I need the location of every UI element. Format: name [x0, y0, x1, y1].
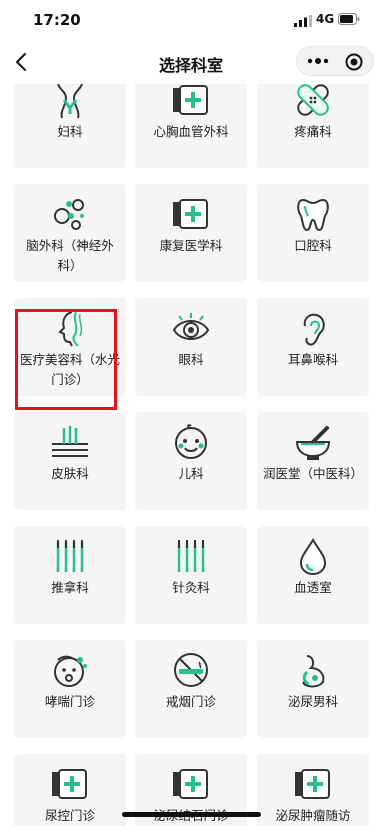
- urology-icon: [302, 655, 325, 688]
- female-body-icon: [57, 84, 83, 119]
- department-card[interactable]: 眼科: [135, 298, 247, 396]
- mortar-pestle-icon: [295, 426, 331, 460]
- home-indicator: [122, 812, 261, 817]
- department-label: 康复医学科: [159, 238, 223, 253]
- department-card[interactable]: 戒烟门诊: [135, 640, 247, 738]
- tooth-icon: [297, 198, 329, 232]
- network-label: 4G: [316, 12, 335, 26]
- department-card[interactable]: 妇科: [14, 84, 126, 168]
- department-card[interactable]: 脑外科（神经外科）: [14, 184, 126, 282]
- bandage-icon: [297, 84, 329, 116]
- department-card[interactable]: 推拿科: [14, 526, 126, 624]
- department-card[interactable]: 泌尿男科: [257, 640, 369, 738]
- department-card[interactable]: 口腔科: [257, 184, 369, 282]
- department-card[interactable]: 血透室: [257, 526, 369, 624]
- baby-face-icon: [175, 424, 207, 459]
- medical-kit-icon: [173, 199, 208, 229]
- department-label: 尿控门诊: [44, 808, 95, 823]
- department-card[interactable]: 儿科: [135, 412, 247, 510]
- department-card[interactable]: 疼痛科: [257, 84, 369, 168]
- department-label: 妇科: [57, 124, 83, 139]
- nav-bar: 选择科室: [0, 40, 382, 84]
- department-label: 推拿科: [51, 580, 89, 595]
- department-label: 脑外科（神经外科）: [26, 238, 114, 273]
- department-card[interactable]: 润医堂（中医科）: [257, 412, 369, 510]
- status-time: 17:20: [33, 11, 81, 29]
- eye-icon: [172, 313, 210, 340]
- department-grid: 妇科 心胸血管外科 疼痛科 脑外科（神经外科） 康复医学科 口腔科 医疗美容科（水光门诊）眼…: [0, 84, 382, 826]
- department-card[interactable]: 耳鼻喉科: [257, 298, 369, 396]
- department-label: 润医堂（中医科）: [263, 466, 364, 481]
- department-label: 心胸血管外科: [153, 124, 229, 139]
- department-label: 血透室: [294, 580, 332, 595]
- department-label: 泌尿肿瘤随访: [275, 808, 351, 823]
- department-card[interactable]: 泌尿肿瘤随访: [257, 754, 369, 826]
- department-card[interactable]: 皮肤科: [14, 412, 126, 510]
- department-label: 儿科: [178, 466, 204, 481]
- department-label: 疼痛科: [294, 124, 332, 139]
- more-dots-icon[interactable]: [307, 56, 329, 66]
- medical-kit-icon: [52, 769, 87, 799]
- close-target-icon[interactable]: [345, 53, 363, 71]
- asthma-face-icon: [54, 655, 87, 687]
- mini-program-capsule: [296, 46, 374, 76]
- medical-kit-icon: [173, 769, 208, 799]
- department-label: 耳鼻喉科: [287, 352, 338, 367]
- selection-highlight: [15, 309, 117, 410]
- medical-kit-icon: [173, 85, 208, 115]
- battery-icon: [338, 13, 360, 25]
- needles-icon: [177, 540, 205, 572]
- department-label: 皮肤科: [51, 466, 89, 481]
- department-label: 戒烟门诊: [165, 694, 216, 709]
- department-card[interactable]: 心胸血管外科: [135, 84, 247, 168]
- department-card[interactable]: 哮喘门诊: [14, 640, 126, 738]
- department-card[interactable]: 康复医学科: [135, 184, 247, 282]
- medical-kit-icon: [295, 769, 330, 799]
- department-label: 眼科: [178, 352, 204, 367]
- blood-drop-icon: [299, 538, 327, 576]
- department-label: 口腔科: [294, 238, 332, 253]
- no-smoking-icon: [174, 653, 208, 687]
- signal-icon: [294, 15, 312, 27]
- skin-hair-icon: [52, 426, 88, 457]
- department-card[interactable]: 针灸科: [135, 526, 247, 624]
- bubbles-icon: [54, 199, 84, 230]
- ear-icon: [303, 313, 325, 346]
- needles-icon: [56, 540, 84, 572]
- department-label: 哮喘门诊: [44, 694, 95, 709]
- department-label: 针灸科: [172, 580, 210, 595]
- status-bar: 17:20 4G: [0, 0, 382, 40]
- department-label: 泌尿男科: [287, 694, 338, 709]
- department-card[interactable]: 尿控门诊: [14, 754, 126, 826]
